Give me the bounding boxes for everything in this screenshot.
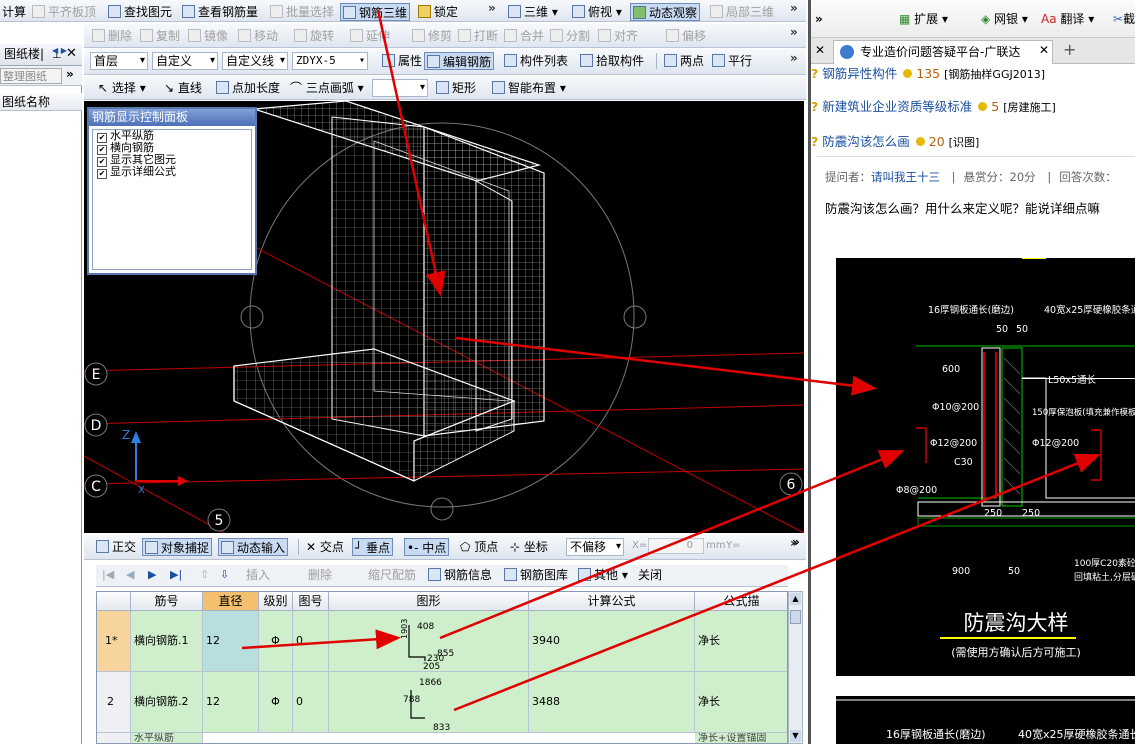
arrow — [453, 454, 1101, 712]
annotation-arrows — [241, 9, 1101, 712]
arrow — [455, 336, 877, 396]
app-window: 计算 平齐板顶 查找图元 查看钢筋量 批量选择 钢筋三维 锁定 » 三维 ▾ 俯… — [0, 0, 1135, 744]
arrow — [439, 450, 905, 640]
arrow — [241, 629, 401, 650]
arrow — [376, 9, 446, 297]
